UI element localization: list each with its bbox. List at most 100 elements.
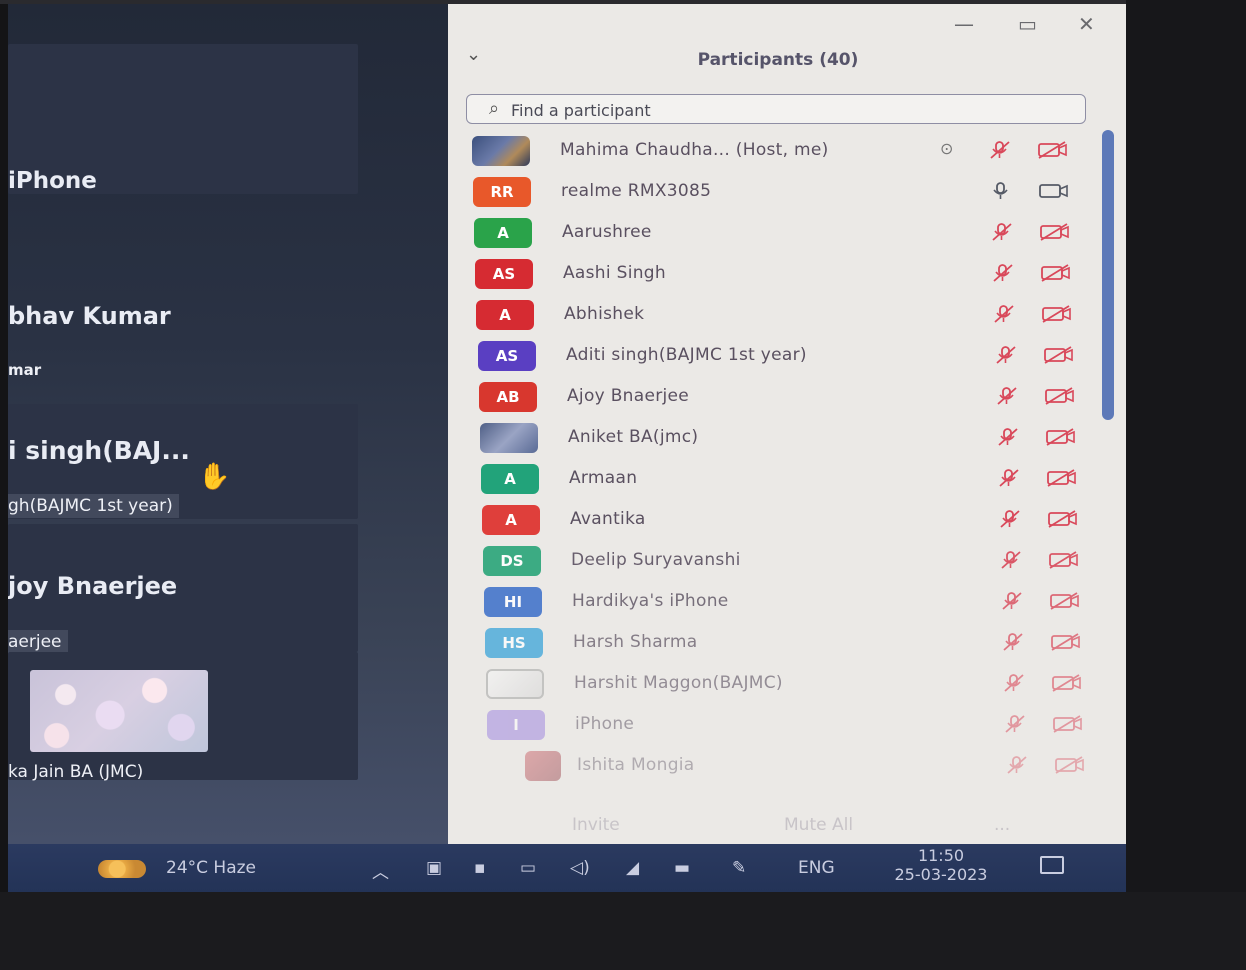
meet-now-icon[interactable]: ▣	[426, 858, 442, 878]
network-icon[interactable]: ▬	[674, 858, 690, 878]
mic-muted-icon[interactable]	[1002, 673, 1026, 693]
weather-icon[interactable]	[98, 860, 146, 878]
participant-avatar: I	[487, 710, 545, 740]
mic-muted-icon[interactable]	[994, 345, 1018, 365]
participant-name: Aditi singh(BAJMC 1st year)	[566, 345, 807, 365]
popout-icon[interactable]: ▭	[1018, 12, 1037, 36]
camera-off-icon[interactable]	[1045, 468, 1079, 488]
video-tile-ajoy[interactable]: joy Bnaerjee aerjee	[8, 524, 358, 654]
weather-text[interactable]: 24°C Haze	[166, 858, 256, 878]
video-thumbnail	[30, 670, 208, 752]
mic-muted-icon[interactable]	[998, 509, 1022, 529]
tile-name: i singh(BAJ...	[8, 436, 190, 465]
camera-off-icon[interactable]	[1038, 222, 1072, 242]
participant-row[interactable]: A Aarushree	[448, 214, 1098, 254]
participant-name: Aniket BA(jmc)	[568, 427, 699, 447]
participant-name: Aashi Singh	[563, 263, 666, 283]
participant-row[interactable]: RR realme RMX3085	[448, 173, 1098, 213]
participant-row[interactable]: AS Aditi singh(BAJMC 1st year)	[448, 337, 1098, 377]
mic-muted-icon[interactable]	[992, 304, 1016, 324]
participants-panel: — ▭ ✕ ⌄ Participants (40) ⌕ Mahima Chaud…	[448, 4, 1126, 844]
video-tile-iphone[interactable]: iPhone	[8, 44, 358, 194]
participant-row[interactable]: A Abhishek	[448, 296, 1098, 336]
camera-off-icon[interactable]	[1048, 591, 1082, 611]
participant-search[interactable]: ⌕	[466, 94, 1086, 124]
participant-row[interactable]: DS Deelip Suryavanshi	[448, 542, 1098, 582]
mic-muted-icon[interactable]	[1003, 714, 1027, 734]
tile-label: gh(BAJMC 1st year)	[8, 494, 179, 518]
chevron-up-icon[interactable]: ︿	[372, 858, 389, 883]
participant-row[interactable]: A Armaan	[448, 460, 1098, 500]
notification-icon[interactable]	[1040, 856, 1064, 874]
participant-name: Aarushree	[562, 222, 652, 242]
camera-off-icon[interactable]	[1042, 345, 1076, 365]
invite-button[interactable]: Invite	[566, 814, 626, 836]
mic-muted-icon[interactable]	[990, 222, 1014, 242]
battery-icon[interactable]: ▭	[520, 858, 536, 878]
participant-avatar	[480, 423, 538, 453]
participant-avatar: DS	[483, 546, 541, 576]
close-icon[interactable]: ✕	[1078, 12, 1095, 36]
pen-icon[interactable]: ✎	[732, 858, 746, 878]
camera-off-icon[interactable]	[1043, 386, 1077, 406]
scrollbar[interactable]	[1102, 130, 1114, 420]
language-indicator[interactable]: ENG	[798, 858, 835, 878]
clock-date: 25-03-2023	[894, 865, 988, 884]
participant-name: Mahima Chaudha... (Host, me)	[560, 140, 829, 160]
mic-muted-icon[interactable]	[996, 427, 1020, 447]
mic-muted-icon[interactable]	[988, 140, 1012, 160]
camera-off-icon[interactable]	[1040, 304, 1074, 324]
mic-icon[interactable]	[989, 181, 1013, 201]
participant-avatar: AS	[475, 259, 533, 289]
mic-muted-icon[interactable]	[991, 263, 1015, 283]
participant-row[interactable]: Mahima Chaudha... (Host, me) ⊙	[448, 132, 1098, 172]
more-button[interactable]: ...	[988, 814, 1016, 836]
wifi-icon[interactable]: ◢	[626, 858, 639, 878]
participant-row[interactable]: HS Harsh Sharma	[448, 624, 1098, 664]
search-input[interactable]	[509, 97, 1053, 123]
camera-off-icon[interactable]	[1051, 714, 1085, 734]
participant-avatar	[525, 751, 561, 781]
participant-avatar: AS	[478, 341, 536, 371]
mic-muted-icon[interactable]	[997, 468, 1021, 488]
participant-avatar: RR	[473, 177, 531, 207]
camera-off-icon[interactable]	[1039, 263, 1073, 283]
speaker-icon[interactable]: ◁)	[570, 858, 590, 878]
camera-icon[interactable]	[1037, 181, 1071, 201]
participant-row[interactable]: AB Ajoy Bnaerjee	[448, 378, 1098, 418]
panel-titlebar: — ▭ ✕	[448, 4, 1126, 44]
participant-row[interactable]: A Avantika	[448, 501, 1098, 541]
participant-avatar: A	[476, 300, 534, 330]
mic-muted-icon[interactable]	[1005, 755, 1029, 775]
minimize-icon[interactable]: —	[954, 12, 974, 36]
tile-label: aerjee	[8, 630, 68, 654]
raised-hand-icon: ✋	[198, 462, 231, 492]
participant-row[interactable]: AS Aashi Singh	[448, 255, 1098, 295]
participant-row[interactable]: Aniket BA(jmc)	[448, 419, 1098, 459]
camera-off-icon[interactable]	[1046, 509, 1080, 529]
mute-all-button[interactable]: Mute All	[778, 814, 859, 836]
participant-row[interactable]: Harshit Maggon(BAJMC)	[448, 665, 1098, 705]
clock[interactable]: 11:50 25-03-2023	[876, 846, 1006, 884]
participant-row[interactable]: IiPhone	[448, 706, 1098, 746]
mic-muted-icon[interactable]	[1001, 632, 1025, 652]
participant-row[interactable]: HI Hardikya's iPhone	[448, 583, 1098, 623]
mic-muted-icon[interactable]	[999, 550, 1023, 570]
camera-off-icon[interactable]	[1044, 427, 1078, 447]
mic-muted-icon[interactable]	[1000, 591, 1024, 611]
participant-avatar: HS	[485, 628, 543, 658]
mic-muted-icon[interactable]	[995, 386, 1019, 406]
camera-off-icon[interactable]	[1049, 632, 1083, 652]
participant-row[interactable]: Ishita Mongia	[448, 747, 1098, 787]
camera-off-icon[interactable]	[1053, 755, 1087, 775]
share-indicator-icon: ⊙	[940, 139, 954, 158]
camera-off-icon[interactable]	[1047, 550, 1081, 570]
participant-list: Mahima Chaudha... (Host, me) ⊙ RR realme RM…	[448, 132, 1126, 792]
video-tile-kumar[interactable]: bhav Kumar mar	[8, 269, 358, 384]
meeting-gallery: iPhone bhav Kumar mar i singh(BAJ... ✋ g…	[8, 4, 448, 844]
video-tile-aditi[interactable]: i singh(BAJ... ✋ gh(BAJMC 1st year)	[8, 404, 358, 519]
device-icon[interactable]: ▪	[474, 858, 486, 878]
camera-off-icon[interactable]	[1036, 140, 1070, 160]
video-tile-jain[interactable]: ka Jain BA (JMC)	[8, 652, 358, 782]
camera-off-icon[interactable]	[1050, 673, 1084, 693]
